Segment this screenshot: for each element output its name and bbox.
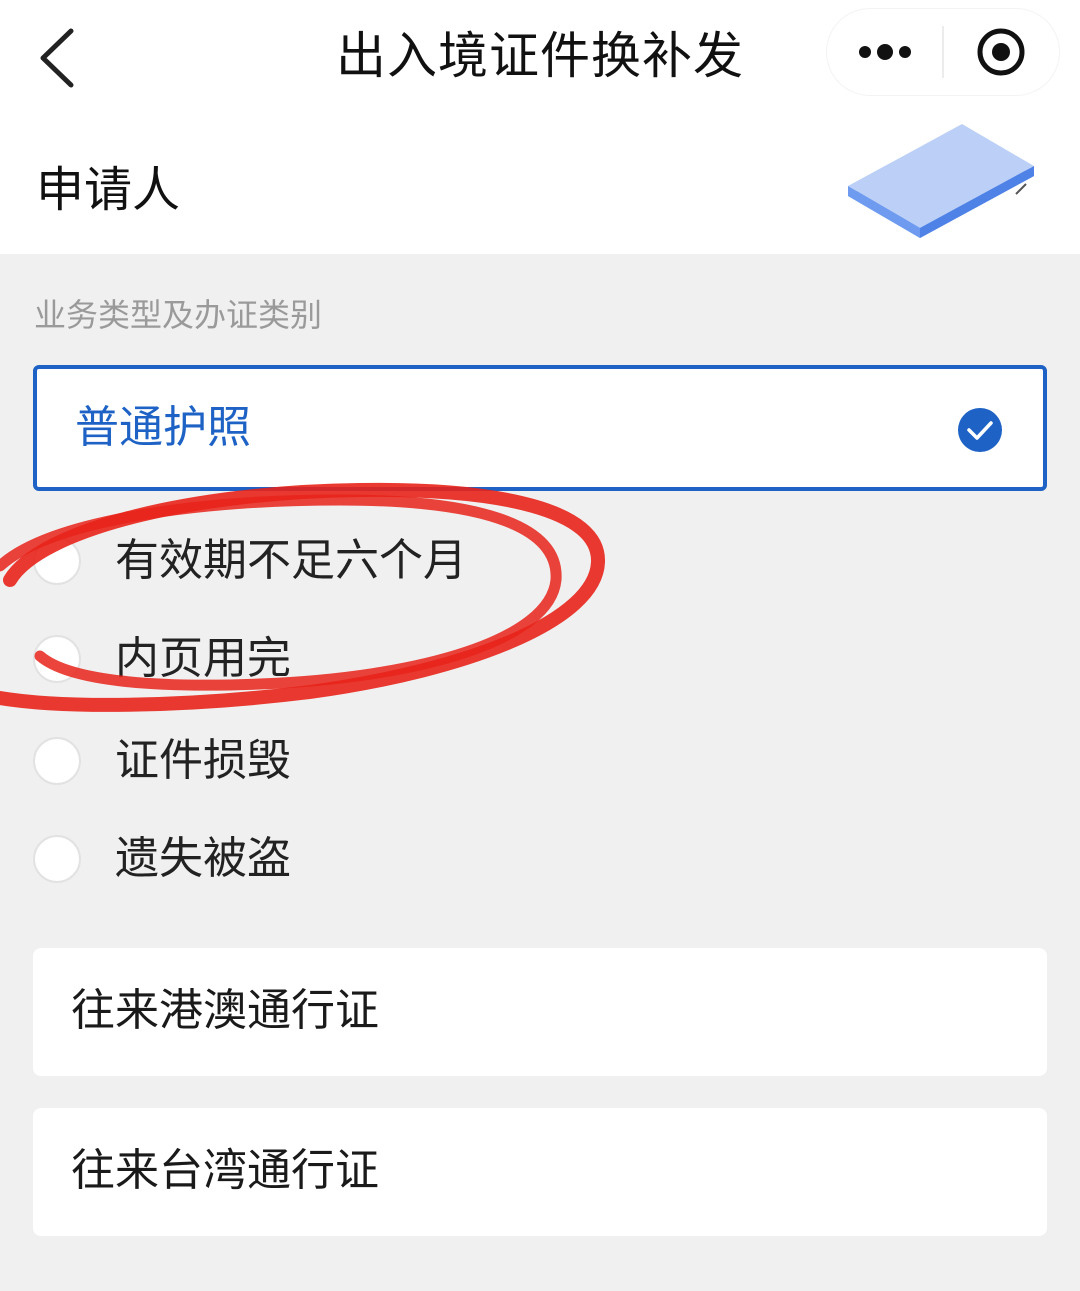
page: 出入境证件换补发 申请人 业务类型及办证类别 普通护照 有效期不足六个月 内页用… xyxy=(0,0,1080,1291)
id-card-illustration xyxy=(848,124,1034,238)
radio-button[interactable] xyxy=(33,635,81,683)
nav-bar: 出入境证件换补发 xyxy=(0,0,1080,120)
option-taiwan-permit[interactable]: 往来台湾通行证 xyxy=(33,1108,1047,1236)
reason-option-expiring[interactable]: 有效期不足六个月 xyxy=(33,526,733,596)
radio-button[interactable] xyxy=(33,737,81,785)
option-hk-macau-permit[interactable]: 往来港澳通行证 xyxy=(33,948,1047,1076)
reason-option-lost-stolen[interactable]: 遗失被盗 xyxy=(33,824,733,894)
radio-label: 证件损毁 xyxy=(115,735,291,786)
section-label: 业务类型及办证类别 xyxy=(34,296,323,334)
radio-button[interactable] xyxy=(33,835,81,883)
option-label: 普通护照 xyxy=(75,402,251,453)
more-button[interactable] xyxy=(827,8,942,96)
close-button[interactable] xyxy=(944,8,1059,96)
check-circle-icon xyxy=(958,408,1002,452)
radio-button[interactable] xyxy=(33,537,81,585)
radio-label: 有效期不足六个月 xyxy=(115,535,467,586)
applicant-label: 申请人 xyxy=(36,162,181,218)
more-dots-icon xyxy=(858,44,911,60)
option-label: 往来台湾通行证 xyxy=(71,1145,379,1196)
option-ordinary-passport[interactable]: 普通护照 xyxy=(33,365,1047,491)
mini-program-capsule xyxy=(826,8,1060,96)
target-close-icon xyxy=(977,28,1025,76)
option-label: 往来港澳通行证 xyxy=(71,985,379,1036)
reason-option-damaged[interactable]: 证件损毁 xyxy=(33,726,733,796)
radio-label: 遗失被盗 xyxy=(115,833,291,884)
reason-option-pages-used[interactable]: 内页用完 xyxy=(33,624,733,694)
radio-label: 内页用完 xyxy=(115,633,291,684)
